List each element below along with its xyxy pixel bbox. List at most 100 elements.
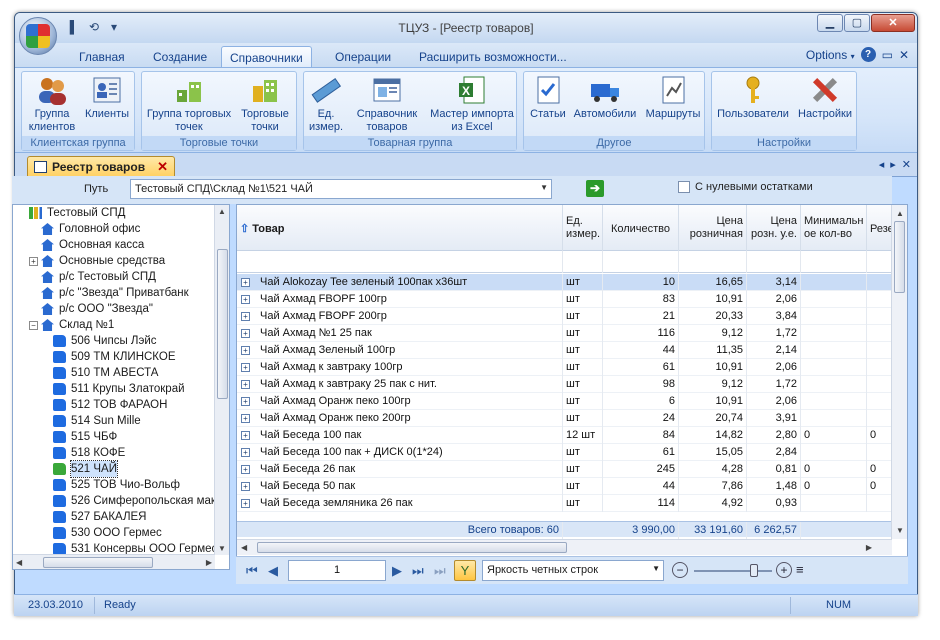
last-page-icon[interactable]: ⏭ bbox=[412, 563, 424, 579]
scroll-left-icon[interactable]: ◀ bbox=[16, 558, 22, 567]
tree-node[interactable]: р/с ООО "Звезда" bbox=[13, 301, 229, 317]
minimize-button[interactable]: ▁ bbox=[817, 14, 843, 32]
help-icon[interactable]: ? bbox=[860, 47, 876, 62]
column-header-min-qty[interactable]: Минимальн ое кол-во bbox=[801, 205, 867, 251]
tree-node[interactable]: Головной офис bbox=[13, 221, 229, 237]
zoom-track[interactable] bbox=[694, 570, 772, 572]
table-row[interactable]: + Чай Ахмад к завтраку 100гр шт 61 10,91 2,06 bbox=[237, 359, 892, 376]
filter-cell[interactable] bbox=[237, 251, 563, 273]
close-tab-icon[interactable]: ✕ bbox=[157, 159, 168, 175]
expand-row-icon[interactable]: + bbox=[241, 329, 250, 338]
close-button[interactable]: ✕ bbox=[871, 14, 915, 32]
tree-node[interactable]: 510 ТМ АВЕСТА bbox=[13, 365, 229, 381]
tree-node[interactable]: 511 Крупы Златокрай bbox=[13, 381, 229, 397]
column-header-retail-price[interactable]: Цена розничная bbox=[679, 205, 747, 251]
dropdown-arrow-icon[interactable]: ▼ bbox=[652, 564, 660, 573]
mdi-close-button[interactable]: ✕ bbox=[899, 48, 909, 62]
mdi-restore-button[interactable]: ▭ bbox=[882, 48, 893, 62]
scroll-down-icon[interactable]: ▼ bbox=[896, 526, 904, 535]
tree-node[interactable]: р/с "Звезда" Приватбанк bbox=[13, 285, 229, 301]
go-arrow-button[interactable]: ➔ bbox=[586, 180, 604, 197]
close-document-icon[interactable]: ✕ bbox=[902, 158, 911, 171]
filter-cell[interactable] bbox=[747, 251, 801, 273]
expand-row-icon[interactable]: + bbox=[241, 431, 250, 440]
table-row[interactable]: + Чай Ахмад Оранж пеко 100гр шт 6 10,91 2,06 bbox=[237, 393, 892, 410]
units-button[interactable]: Ед. измер. bbox=[306, 74, 346, 134]
tree-node[interactable]: Тестовый СПД bbox=[13, 205, 229, 221]
outlets-button[interactable]: Торговые точки bbox=[236, 74, 294, 134]
product-catalog-button[interactable]: Справочник товаров bbox=[350, 74, 424, 134]
settings-button[interactable]: Настройки bbox=[794, 74, 856, 121]
tree-node[interactable]: р/с Тестовый СПД bbox=[13, 269, 229, 285]
filter-icon[interactable]: Y bbox=[454, 560, 476, 581]
tree-node[interactable]: 512 ТОВ ФАРАОН bbox=[13, 397, 229, 413]
dropdown-arrow-icon[interactable]: ▼ bbox=[540, 183, 548, 192]
grid-horizontal-scrollbar[interactable]: ◀ ▶ bbox=[237, 539, 892, 555]
row-style-select[interactable]: Яркость четных строк ▼ bbox=[482, 560, 664, 581]
articles-button[interactable]: Статьи bbox=[528, 74, 568, 121]
tree-node[interactable]: 525 ТОВ Чио-Вольф bbox=[13, 477, 229, 493]
grid-vertical-scrollbar[interactable]: ▲ ▼ bbox=[891, 205, 907, 539]
table-row[interactable]: + Чай Ахмад Зеленый 100гр шт 44 11,35 2,14 bbox=[237, 342, 892, 359]
expand-row-icon[interactable]: + bbox=[241, 448, 250, 457]
tree-node[interactable]: − Склад №1 bbox=[13, 317, 229, 333]
scroll-down-icon[interactable]: ▼ bbox=[218, 544, 226, 553]
outlet-group-button[interactable]: Группа торговых точек bbox=[144, 74, 234, 134]
filter-row[interactable] bbox=[237, 251, 892, 273]
zoom-menu-icon[interactable]: ≡ bbox=[796, 562, 804, 577]
filter-cell[interactable] bbox=[679, 251, 747, 273]
tree-node[interactable]: 515 ЧБФ bbox=[13, 429, 229, 445]
table-row[interactable]: + Чай Ахмад FBOPF 100гр шт 83 10,91 2,06 bbox=[237, 291, 892, 308]
filter-cell[interactable] bbox=[801, 251, 867, 273]
expand-row-icon[interactable]: + bbox=[241, 397, 250, 406]
expand-row-icon[interactable]: + bbox=[241, 482, 250, 491]
tab-create[interactable]: Создание bbox=[145, 46, 215, 67]
tree-vertical-scrollbar[interactable]: ▲ ▼ bbox=[214, 205, 229, 555]
table-row[interactable]: + Чай Ахмад к завтраку 25 пак с нит. шт 98 9… bbox=[237, 376, 892, 393]
cars-button[interactable]: Автомобили bbox=[570, 74, 640, 121]
expand-row-icon[interactable]: + bbox=[241, 295, 250, 304]
table-row[interactable]: + Чай Беседа 100 пак 12 шт 84 14,82 2,80 0 0 bbox=[237, 427, 892, 444]
tree-node[interactable]: 526 Симферопольская мак bbox=[13, 493, 229, 509]
expand-icon[interactable]: + bbox=[29, 257, 38, 266]
column-header-retail-price-ue[interactable]: Цена розн. у.е. bbox=[747, 205, 801, 251]
page-number-input[interactable]: 1 bbox=[288, 560, 386, 581]
expand-row-icon[interactable]: + bbox=[241, 312, 250, 321]
zoom-in-icon[interactable]: + bbox=[776, 562, 792, 578]
scroll-thumb[interactable] bbox=[894, 221, 905, 293]
scroll-right-icon[interactable]: ▶ bbox=[206, 558, 212, 567]
tree-node[interactable]: 527 БАКАЛЕЯ bbox=[13, 509, 229, 525]
tree-node[interactable]: 506 Чипсы Лэйс bbox=[13, 333, 229, 349]
scroll-left-icon[interactable]: ◀ bbox=[241, 543, 247, 552]
tree-node[interactable]: 521 ЧАЙ bbox=[13, 460, 229, 478]
column-header-quantity[interactable]: Количество bbox=[603, 205, 679, 251]
options-button[interactable]: Options ▾ bbox=[806, 48, 855, 62]
scroll-right-icon[interactable]: ▸ bbox=[890, 158, 896, 171]
tab-references[interactable]: Справочники bbox=[221, 46, 312, 67]
maximize-button[interactable]: ▢ bbox=[844, 14, 870, 32]
expand-row-icon[interactable]: + bbox=[241, 499, 250, 508]
table-row[interactable]: + Чай Alokozay Tee зеленый 100пак х36шт шт… bbox=[237, 274, 892, 291]
expand-row-icon[interactable]: + bbox=[241, 346, 250, 355]
tree-horizontal-scrollbar[interactable]: ◀ ▶ bbox=[13, 554, 215, 569]
expand-row-icon[interactable]: + bbox=[241, 414, 250, 423]
table-row[interactable]: + Чай Беседа 26 пак шт 245 4,28 0,81 0 0 bbox=[237, 461, 892, 478]
routes-button[interactable]: Маршруты bbox=[642, 74, 704, 121]
scroll-thumb[interactable] bbox=[217, 249, 228, 399]
tab-main[interactable]: Главная bbox=[71, 46, 133, 67]
column-header-unit[interactable]: Ед. измер. bbox=[563, 205, 603, 251]
scroll-thumb[interactable] bbox=[257, 542, 567, 553]
clients-button[interactable]: Клиенты bbox=[80, 74, 134, 121]
tab-extend[interactable]: Расширить возможности... bbox=[411, 46, 575, 67]
append-icon[interactable]: ⏭ bbox=[434, 563, 446, 579]
expand-row-icon[interactable]: + bbox=[241, 380, 250, 389]
table-row[interactable]: + Чай Беседа земляника 26 пак шт 114 4,92 0,9… bbox=[237, 495, 892, 512]
first-page-icon[interactable]: ⏮ bbox=[246, 563, 258, 579]
zoom-out-icon[interactable]: − bbox=[672, 562, 688, 578]
expand-row-icon[interactable]: + bbox=[241, 363, 250, 372]
table-row[interactable]: + Чай Беседа 100 пак + ДИСК 0(1*24) шт 61 15… bbox=[237, 444, 892, 461]
tree-node[interactable]: 530 ООО Гермес bbox=[13, 525, 229, 541]
app-menu-button[interactable] bbox=[19, 17, 57, 55]
path-combobox[interactable]: Тестовый СПД\Склад №1\521 ЧАЙ ▼ bbox=[130, 179, 552, 199]
excel-import-button[interactable]: X Мастер импорта из Excel bbox=[428, 74, 516, 134]
